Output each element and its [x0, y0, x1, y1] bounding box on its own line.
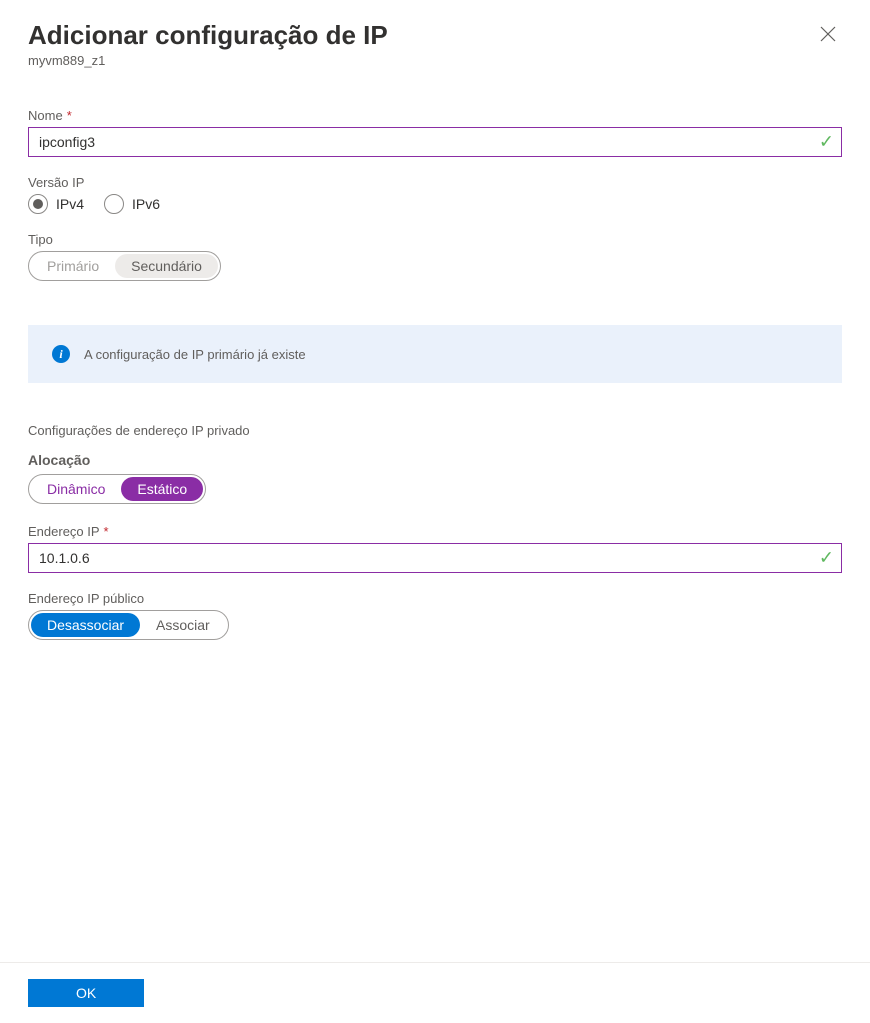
pill-dynamic[interactable]: Dinâmico	[31, 477, 121, 501]
name-label: Nome *	[28, 108, 842, 123]
public-ip-label-text: Endereço IP público	[28, 591, 144, 606]
public-ip-toggle: Desassociar Associar	[28, 610, 229, 640]
type-label: Tipo	[28, 232, 842, 247]
radio-ipv6-label: IPv6	[132, 196, 160, 212]
pill-primary: Primário	[31, 254, 115, 278]
private-ip-section-heading: Configurações de endereço IP privado	[28, 423, 842, 438]
name-input[interactable]	[28, 127, 842, 157]
radio-icon	[104, 194, 124, 214]
pill-static[interactable]: Estático	[121, 477, 203, 501]
pill-associate[interactable]: Associar	[140, 613, 226, 637]
pill-disassociate[interactable]: Desassociar	[31, 613, 140, 637]
info-banner: i A configuração de IP primário já exist…	[28, 325, 842, 383]
required-star-icon: *	[104, 524, 109, 539]
info-message: A configuração de IP primário já existe	[84, 347, 306, 362]
ip-address-input[interactable]	[28, 543, 842, 573]
ip-address-label-text: Endereço IP	[28, 524, 100, 539]
ip-address-label: Endereço IP *	[28, 524, 842, 539]
info-icon: i	[52, 345, 70, 363]
type-toggle: Primário Secundário	[28, 251, 221, 281]
allocation-label: Alocação	[28, 452, 842, 468]
checkmark-icon: ✓	[819, 132, 834, 153]
footer-bar: OK	[0, 962, 870, 1023]
close-icon	[820, 26, 836, 42]
radio-ipv4-label: IPv4	[56, 196, 84, 212]
public-ip-label: Endereço IP público	[28, 591, 842, 606]
type-label-text: Tipo	[28, 232, 53, 247]
radio-ipv6[interactable]: IPv6	[104, 194, 160, 214]
resource-name: myvm889_z1	[28, 53, 388, 68]
radio-icon	[28, 194, 48, 214]
required-star-icon: *	[67, 108, 72, 123]
name-label-text: Nome	[28, 108, 63, 123]
radio-ipv4[interactable]: IPv4	[28, 194, 84, 214]
allocation-toggle: Dinâmico Estático	[28, 474, 206, 504]
ip-version-label-text: Versão IP	[28, 175, 84, 190]
ip-version-label: Versão IP	[28, 175, 842, 190]
close-button[interactable]	[814, 20, 842, 51]
ok-button[interactable]: OK	[28, 979, 144, 1007]
pill-secondary: Secundário	[115, 254, 218, 278]
page-title: Adicionar configuração de IP	[28, 20, 388, 51]
checkmark-icon: ✓	[819, 548, 834, 569]
